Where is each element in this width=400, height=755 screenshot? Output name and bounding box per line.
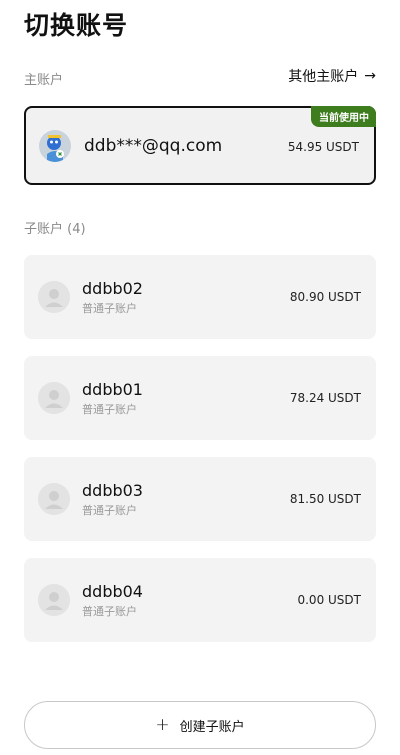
- current-in-use-badge: 当前使用中: [311, 106, 376, 127]
- current-main-account-card[interactable]: 当前使用中 ddb***@qq.com 54.95 USDT: [24, 106, 376, 185]
- arrow-right-icon: →: [364, 68, 376, 84]
- avatar: [38, 382, 70, 414]
- default-user-icon: [38, 483, 70, 515]
- sub-account-type: 普通子账户: [82, 504, 137, 517]
- default-user-icon: [38, 281, 70, 313]
- sub-account-balance: 80.90 USDT: [289, 290, 361, 304]
- plus-icon: +: [155, 715, 170, 735]
- other-main-accounts-link[interactable]: 其他主账户 →: [288, 66, 376, 86]
- account-balance: 54.95 USDT: [287, 140, 359, 154]
- sub-account-balance: 81.50 USDT: [289, 492, 361, 506]
- avatar: [38, 483, 70, 515]
- sub-account-card[interactable]: ddbb01 普通子账户 78.24 USDT: [24, 356, 376, 440]
- user-avatar-icon: [39, 130, 71, 162]
- sub-account-balance: 0.00 USDT: [297, 593, 361, 607]
- default-user-icon: [38, 382, 70, 414]
- create-sub-account-button[interactable]: + 创建子账户: [24, 701, 376, 749]
- create-sub-account-label: 创建子账户: [179, 719, 245, 735]
- other-main-accounts-label: 其他主账户: [288, 69, 359, 85]
- avatar: [39, 130, 71, 162]
- sub-account-name: ddbb03: [82, 481, 143, 500]
- sub-account-type: 普通子账户: [82, 403, 137, 416]
- sub-account-card[interactable]: ddbb03 普通子账户 81.50 USDT: [24, 457, 376, 541]
- avatar: [38, 584, 70, 616]
- default-user-icon: [38, 584, 70, 616]
- avatar: [38, 281, 70, 313]
- sub-account-balance: 78.24 USDT: [289, 391, 361, 405]
- sub-account-name: ddbb02: [82, 279, 143, 298]
- page-title: 切换账号: [24, 11, 129, 40]
- sub-account-card[interactable]: ddbb04 普通子账户 0.00 USDT: [24, 558, 376, 642]
- sub-account-type: 普通子账户: [82, 605, 137, 618]
- sub-account-name: ddbb04: [82, 582, 143, 601]
- account-email: ddb***@qq.com: [84, 136, 223, 156]
- sub-account-card[interactable]: ddbb02 普通子账户 80.90 USDT: [24, 255, 376, 339]
- main-account-section-label: 主账户: [24, 73, 64, 88]
- sub-account-name: ddbb01: [82, 380, 143, 399]
- sub-account-type: 普通子账户: [82, 302, 137, 315]
- sub-account-section-label: 子账户 (4): [24, 222, 86, 237]
